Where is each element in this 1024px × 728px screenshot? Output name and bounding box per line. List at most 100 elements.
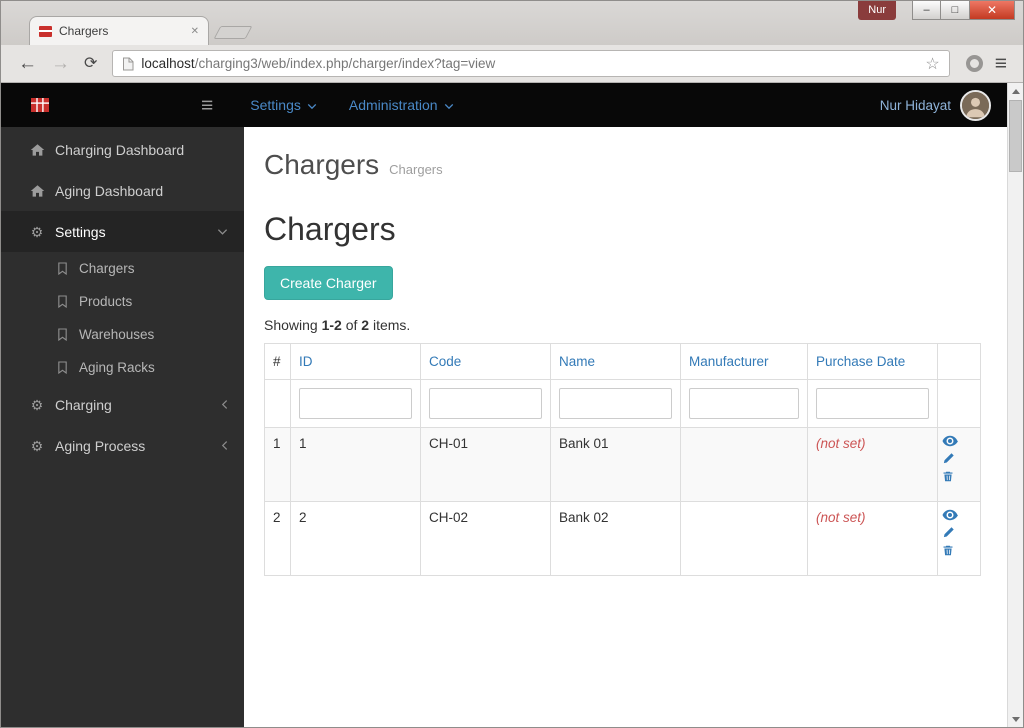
column-header-id[interactable]: ID (290, 343, 421, 380)
view-button[interactable] (942, 508, 976, 526)
app-logo (31, 98, 49, 112)
delete-button[interactable] (942, 470, 976, 488)
scroll-up-button[interactable] (1008, 83, 1023, 99)
extensions-icon[interactable] (965, 55, 983, 72)
table-cell (680, 501, 808, 576)
avatar (960, 89, 991, 121)
scrollbar-thumb[interactable] (1009, 100, 1022, 172)
sidebar-item-label: Charging (55, 396, 112, 413)
tab-strip: Chargers ✕ Nur – □ ✕ (1, 1, 1023, 45)
back-button[interactable]: ← (18, 54, 37, 73)
sidebar-item-charging[interactable]: ⚙ Charging (1, 384, 244, 425)
column-header-name[interactable]: Name (550, 343, 681, 380)
sidebar-item-warehouses[interactable]: Warehouses (1, 318, 244, 351)
main-content: Chargers Chargers Chargers Create Charge… (244, 127, 1007, 727)
chevron-left-icon (221, 399, 228, 410)
filter-input-manufacturer[interactable] (689, 388, 799, 419)
sidebar-item-aging-process[interactable]: ⚙ Aging Process (1, 425, 244, 466)
column-header-purchase-date[interactable]: Purchase Date (807, 343, 938, 380)
filter-input-code[interactable] (429, 388, 542, 419)
bookmark-star-icon[interactable]: ☆ (925, 54, 939, 74)
close-button[interactable]: ✕ (970, 1, 1015, 20)
vertical-scrollbar[interactable] (1007, 83, 1023, 727)
content-header: Chargers Chargers (264, 149, 987, 181)
filter-input-name[interactable] (559, 388, 672, 419)
summary-text: Showing 1-2 of 2 items. (264, 317, 987, 333)
delete-button[interactable] (942, 544, 976, 562)
chevron-down-icon (217, 228, 228, 236)
eye-icon (942, 509, 958, 521)
sidebar-item-charging-dashboard[interactable]: Charging Dashboard (1, 129, 244, 170)
tab-title: Chargers (59, 24, 109, 38)
table-cell: 1 (264, 427, 291, 502)
url-path: /charging3/web/index.php/charger/index?t… (194, 56, 496, 71)
url-text: localhost/charging3/web/index.php/charge… (141, 56, 918, 71)
table-cell (680, 379, 808, 428)
breadcrumb: Chargers (389, 162, 443, 177)
sidebar-item-label: Chargers (79, 261, 135, 276)
page-heading: Chargers (264, 211, 396, 247)
table-cell (937, 379, 981, 428)
tab-close-icon[interactable]: ✕ (191, 26, 199, 37)
column-header-actions (937, 343, 981, 380)
profile-badge[interactable]: Nur (858, 1, 896, 20)
sidebar-item-aging-dashboard[interactable]: Aging Dashboard (1, 170, 244, 211)
navbar-menu-administration-label: Administration (348, 97, 438, 113)
sidebar-item-chargers[interactable]: Chargers (1, 252, 244, 285)
table-cell: CH-01 (420, 427, 551, 502)
view-button[interactable] (942, 434, 976, 452)
summary-mid: of (341, 317, 362, 333)
update-button[interactable] (942, 452, 976, 470)
address-bar[interactable]: localhost/charging3/web/index.php/charge… (112, 50, 950, 77)
home-icon (28, 184, 46, 198)
browser-toolbar: ← → ⟳ localhost/charging3/web/index.php/… (1, 45, 1023, 83)
sidebar-item-label: Aging Racks (79, 360, 155, 375)
column-header-manufacturer[interactable]: Manufacturer (680, 343, 808, 380)
create-charger-button[interactable]: Create Charger (264, 266, 393, 300)
triangle-down-icon (1011, 716, 1020, 722)
filter-row (264, 379, 981, 428)
minimize-button[interactable]: – (912, 1, 941, 20)
eye-icon (942, 435, 958, 447)
sidebar-item-products[interactable]: Products (1, 285, 244, 318)
tab-favicon-icon (39, 25, 52, 37)
column-header-code[interactable]: Code (420, 343, 551, 380)
page-icon (123, 57, 134, 70)
gear-icon: ⚙ (30, 437, 44, 454)
browser-tab[interactable]: Chargers ✕ (29, 16, 209, 45)
update-button[interactable] (942, 526, 976, 544)
sidebar-toggle-icon[interactable]: ≡ (201, 95, 213, 116)
navbar-menu-settings[interactable]: Settings (250, 97, 317, 113)
home-icon (28, 143, 46, 157)
actions-cell (937, 501, 981, 576)
forward-button[interactable]: → (51, 54, 70, 73)
scroll-down-button[interactable] (1008, 711, 1023, 727)
app-navbar: ≡ Settings Administration Nur Hidayat (1, 83, 1007, 127)
browser-menu-icon[interactable]: ≡ (995, 53, 1007, 74)
summary-range: 1-2 (321, 317, 342, 333)
filter-input-purchase-date[interactable] (816, 388, 929, 419)
gear-icon: ⚙ (30, 396, 44, 413)
table-row[interactable]: 2 2 CH-02 Bank 02 (not set) (264, 501, 981, 576)
reload-button[interactable]: ⟳ (84, 55, 97, 72)
summary-total: 2 (361, 317, 370, 333)
chevron-down-icon (307, 103, 317, 109)
browser-window: Chargers ✕ Nur – □ ✕ ← → ⟳ localhost/cha… (0, 0, 1024, 728)
pencil-icon (943, 453, 954, 464)
bookmark-icon (57, 361, 70, 374)
table-cell (550, 379, 681, 428)
table-cell: 2 (264, 501, 291, 576)
table-cell (807, 379, 938, 428)
user-menu[interactable]: Nur Hidayat (880, 89, 991, 121)
sidebar-item-settings[interactable]: ⚙ Settings (1, 211, 244, 252)
table-cell: 2 (290, 501, 421, 576)
gear-icon: ⚙ (30, 223, 44, 240)
new-tab-button[interactable] (213, 26, 253, 39)
table-cell: (not set) (807, 501, 938, 576)
navbar-menu-administration[interactable]: Administration (349, 97, 454, 113)
maximize-button[interactable]: □ (941, 1, 970, 20)
sidebar-item-aging-racks[interactable]: Aging Racks (1, 351, 244, 384)
table-row[interactable]: 1 1 CH-01 Bank 01 (not set) (264, 427, 981, 502)
table-cell (680, 427, 808, 502)
filter-input-id[interactable] (299, 388, 412, 419)
